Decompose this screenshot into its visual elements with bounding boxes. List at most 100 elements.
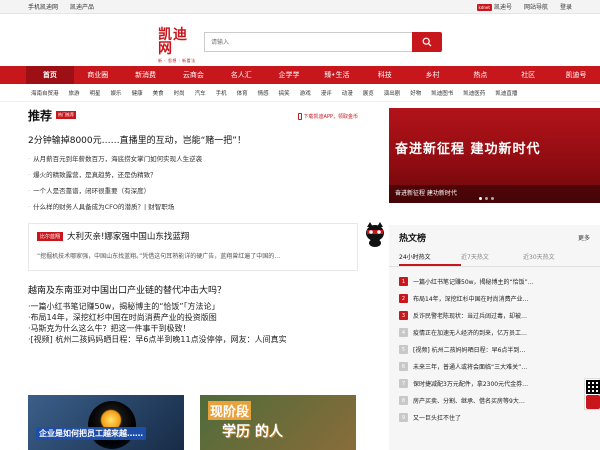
recommend-headline[interactable]: 2分钟输掉8000元……直播里的互动，岂能“赌一把”！ xyxy=(28,133,358,147)
sub-nav-item[interactable]: 漫评 xyxy=(316,89,337,97)
sub-nav-item[interactable]: 海南自贸港 xyxy=(26,89,64,97)
phone-icon xyxy=(297,113,302,120)
promo-banner[interactable]: 奋进新征程 建功新时代 奋进新征程 建功新时代 xyxy=(389,108,600,203)
card-tag: 比尔蓝翔 xyxy=(37,231,64,241)
sub-nav-item[interactable]: 体育 xyxy=(232,89,253,97)
main-nav-item[interactable]: 热点 xyxy=(456,66,504,84)
sub-nav-item[interactable]: 凯迪医药 xyxy=(458,89,490,97)
article-thumbnail[interactable]: 现阶段 学历 的人 xyxy=(200,395,356,450)
list-item-title[interactable]: 爆火的精致露营，是真趋势，还是伪精致？ xyxy=(33,171,157,179)
sub-nav-item[interactable]: 展览 xyxy=(358,89,379,97)
hot-tab[interactable]: 近30天热文 xyxy=(523,249,585,266)
main-nav-item[interactable]: 乡村 xyxy=(409,66,457,84)
main-nav-item[interactable]: 商业圈 xyxy=(74,66,122,84)
main-nav-item[interactable]: 新消费 xyxy=(122,66,170,84)
list-item-title[interactable]: 一篇小红书笔记赚50w，揭秘博主的“恰饭”「方法论」 xyxy=(31,302,220,311)
hot-article-title[interactable]: 一篇小红书笔记赚50w，揭秘博主的“恰饭”… xyxy=(413,277,534,286)
recommend-headline-2[interactable]: 越南及东南亚对中国出口产业链的替代冲击大吗？ xyxy=(28,283,358,297)
sub-nav-item[interactable]: 游戏 xyxy=(295,89,316,97)
qr-code-widget[interactable] xyxy=(584,378,600,410)
carousel-dot[interactable] xyxy=(485,197,488,200)
carousel-dot[interactable] xyxy=(479,197,482,200)
list-item[interactable]: · 一个人是否靠谱，闭环很重要（有深度） xyxy=(28,183,358,199)
sub-nav-item[interactable]: 时尚 xyxy=(169,89,190,97)
article-thumbnail[interactable]: 企业是如何把员工越来越…… xyxy=(28,395,184,450)
hot-article-title[interactable]: 又一巨头扛不住了 xyxy=(413,413,461,422)
carousel-dot[interactable] xyxy=(491,197,494,200)
list-item-title[interactable]: 从月薪百元到年薪数百万，海底捞女掌门如何实现人生逆袭 xyxy=(33,155,202,163)
sub-nav-item[interactable]: 演出剧 xyxy=(379,89,406,97)
sub-nav-item[interactable]: 旅游 xyxy=(64,89,85,97)
main-nav-item[interactable]: 首页 xyxy=(26,66,74,84)
hot-article-title[interactable]: 疫情正在加速无人经济的到来，亿万员工… xyxy=(413,328,527,337)
sub-nav-item[interactable]: 手机 xyxy=(211,89,232,97)
hot-article-row[interactable]: 5 [视频] 杭州二孩妈妈晒日程：早6点半到… xyxy=(399,341,590,358)
site-nav-link[interactable]: 网站导航 xyxy=(524,2,548,11)
list-item[interactable]: ·马斯克为什么这么牛？把这一件事干到极致！ xyxy=(28,323,358,334)
hot-article-title[interactable]: 未来三年，普通人或将会面临“三大难关”… xyxy=(413,362,527,371)
featured-card[interactable]: 比尔蓝翔 大利灭亲!娜家强中国山东找蓝翔 “挖掘机技术哪家强，中国山东找蓝翔。”凭… xyxy=(28,223,358,271)
mobile-kdnet-link[interactable]: 手机凯迪网 xyxy=(28,2,58,11)
list-item[interactable]: ·[视频] 杭州二孩妈妈晒日程：早6点半到晚11点没停停，网友：人间真实 xyxy=(28,334,358,345)
download-app-link[interactable]: 下载凯迪APP，领取金币 xyxy=(297,113,358,120)
search-input[interactable] xyxy=(204,32,412,52)
hot-article-row[interactable]: 1 一篇小红书笔记赚50w，揭秘博主的“恰饭”… xyxy=(399,273,590,290)
qr-code-image xyxy=(586,380,600,394)
list-item[interactable]: · 爆火的精致露营，是真趋势，还是伪精致？ xyxy=(28,167,358,183)
banner-slogan: 奋进新征程 建功新时代 xyxy=(395,142,541,157)
search-button[interactable] xyxy=(412,32,442,52)
sub-nav-item[interactable]: 汽车 xyxy=(190,89,211,97)
sub-nav-item[interactable]: 美食 xyxy=(148,89,169,97)
download-app-label: 下载凯迪APP，领取金币 xyxy=(303,114,358,120)
hot-tab[interactable]: 近7天热文 xyxy=(461,249,523,266)
hot-article-title[interactable]: [视频] 杭州二孩妈妈晒日程：早6点半到… xyxy=(413,345,525,354)
hot-tab[interactable]: 24小时热文 xyxy=(399,249,461,266)
list-item[interactable]: ·布局14年，深挖红杉中国在时尚消费产业的投资版图 xyxy=(28,312,358,323)
recommend-tag: 热门推荐 xyxy=(56,111,77,119)
main-nav-item[interactable]: 名人汇 xyxy=(217,66,265,84)
thumbnail-caption: 企业是如何把员工越来越…… xyxy=(36,427,146,440)
hot-article-row[interactable]: 7 保时捷减配3万元配件，拿2300元代金券… xyxy=(399,375,590,392)
hot-article-title[interactable]: 布局14年，深挖红杉中国在时尚消费产业… xyxy=(413,294,529,303)
hot-article-row[interactable]: 3 反诈民警老陈现状：当过兵阔过毒，却被… xyxy=(399,307,590,324)
main-nav-item[interactable]: 企学学 xyxy=(265,66,313,84)
sub-nav-item[interactable]: 好物 xyxy=(405,89,426,97)
more-link[interactable]: 更多 xyxy=(578,233,590,242)
hot-article-title[interactable]: 保时捷减配3万元配件，拿2300元代金券… xyxy=(413,379,528,388)
main-nav-item[interactable]: 科技 xyxy=(361,66,409,84)
list-item-title[interactable]: 一个人是否靠谱，闭环很重要（有深度） xyxy=(33,187,150,195)
main-nav-item[interactable]: 臻•生活 xyxy=(313,66,361,84)
card-title[interactable]: 大利灭亲!娜家强中国山东找蓝翔 xyxy=(67,232,189,242)
sub-nav-item[interactable]: 娱乐 xyxy=(106,89,127,97)
sub-nav-item[interactable]: 动漫 xyxy=(337,89,358,97)
kdnet-products-link[interactable]: 凯迪产品 xyxy=(70,2,94,11)
list-item[interactable]: · 从月薪百元到年薪数百万，海底捞女掌门如何实现人生逆袭 xyxy=(28,151,358,167)
main-nav-item[interactable]: 云商会 xyxy=(169,66,217,84)
sub-nav-item[interactable]: 搞笑 xyxy=(274,89,295,97)
sub-nav-item[interactable]: 明星 xyxy=(85,89,106,97)
main-nav-item[interactable]: 凯迪号 xyxy=(552,66,600,84)
sub-nav-item[interactable]: 凯迪直播 xyxy=(490,89,522,97)
list-item-title[interactable]: 布局14年，深挖红杉中国在时尚消费产业的投资版图 xyxy=(31,313,217,322)
hot-article-row[interactable]: 4 疫情正在加速无人经济的到来，亿万员工… xyxy=(399,324,590,341)
hot-article-title[interactable]: 反诈民警老陈现状：当过兵阔过毒，却被… xyxy=(413,311,527,320)
hot-article-title[interactable]: 房产买卖、分割、继承、借名买房等9大… xyxy=(413,396,525,405)
main-content: 推荐 热门推荐 下载凯迪APP，领取金币 2分钟输掉8000元……直播里的互动，… xyxy=(28,103,600,450)
list-item[interactable]: ·一篇小红书笔记赚50w，揭秘博主的“恰饭”「方法论」 xyxy=(28,301,358,312)
list-item-title[interactable]: [视频] 杭州二孩妈妈晒日程：早6点半到晚11点没停停，网友：人间真实 xyxy=(31,335,287,344)
kaidi-account-link[interactable]: kdnet 凯迪号 xyxy=(476,2,512,11)
hot-article-row[interactable]: 9 又一巨头扛不住了 xyxy=(399,409,590,426)
sub-nav-item[interactable]: 健康 xyxy=(127,89,148,97)
sub-nav-item[interactable]: 情感 xyxy=(253,89,274,97)
login-link[interactable]: 登录 xyxy=(560,2,572,11)
hot-articles-panel: 热文榜 更多 24小时热文 近7天热文 近30天热文 1 一篇小红书笔记赚50w，揭秘… xyxy=(389,225,600,450)
list-item-title[interactable]: 什么样的财务人具备成为CFO的潜质？| 财智职场 xyxy=(33,203,174,211)
hot-article-row[interactable]: 8 房产买卖、分割、继承、借名买房等9大… xyxy=(399,392,590,409)
kdnet-logo[interactable]: 凯迪网 新 · 思想 · 新看法 xyxy=(158,28,200,63)
main-nav-item[interactable]: 社区 xyxy=(504,66,552,84)
sub-nav-item[interactable]: 凯迪图书 xyxy=(426,89,458,97)
hot-article-row[interactable]: 6 未来三年，普通人或将会面临“三大难关”… xyxy=(399,358,590,375)
list-item[interactable]: · 什么样的财务人具备成为CFO的潜质？| 财智职场 xyxy=(28,199,358,215)
hot-article-row[interactable]: 2 布局14年，深挖红杉中国在时尚消费产业… xyxy=(399,290,590,307)
list-item-title[interactable]: 马斯克为什么这么牛？把这一件事干到极致！ xyxy=(31,324,191,333)
